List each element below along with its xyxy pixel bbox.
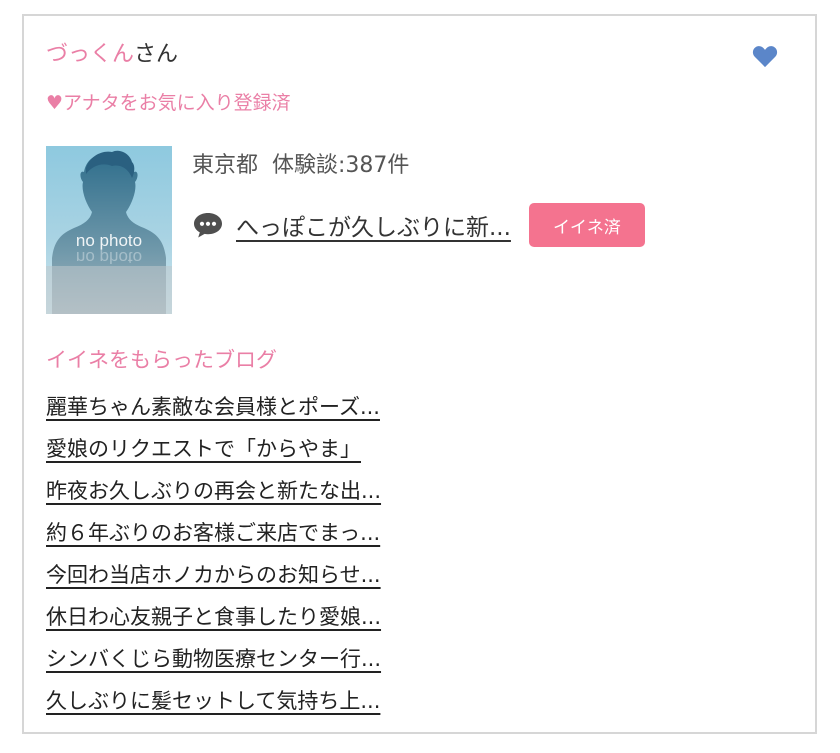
list-item: シンバくじら動物医療センター行...	[46, 642, 381, 684]
no-photo-label: no photo	[76, 231, 142, 250]
liked-blog-list: 麗華ちゃん素敵な会員様とポーズ... 愛娘のリクエストで「からやま」 昨夜お久し…	[46, 390, 381, 726]
blog-link[interactable]: 休日わ心友親子と食事したり愛娘...	[46, 605, 381, 629]
blog-link[interactable]: シンバくじら動物医療センター行...	[46, 647, 381, 671]
list-item: 愛娘のリクエストで「からやま」	[46, 432, 381, 474]
liked-blogs-heading: イイネをもらったブログ	[46, 348, 277, 372]
username-link[interactable]: づっくん	[46, 42, 134, 67]
latest-review-link[interactable]: へっぽこが久しぶりに新...	[236, 208, 511, 242]
user-meta-row: 東京都 体験談:387件	[192, 150, 409, 182]
list-item: 麗華ちゃん素敵な会員様とポーズ...	[46, 390, 381, 432]
list-item: 今回わ当店ホノカからのお知らせ...	[46, 558, 381, 600]
blog-link[interactable]: 久しぶりに髪セットして気持ち上...	[46, 689, 380, 713]
list-item: 休日わ心友親子と食事したり愛娘...	[46, 600, 381, 642]
username-row: づっくんさん	[46, 40, 178, 70]
no-photo-reflection: no photo	[76, 248, 142, 267]
honorific: さん	[134, 42, 179, 67]
favorite-heart-button[interactable]	[751, 42, 779, 70]
favorite-status-text: ♥アナタをお気に入り登録済	[46, 92, 291, 114]
heart-icon	[752, 46, 778, 68]
blog-link[interactable]: 麗華ちゃん素敵な会員様とポーズ...	[46, 395, 380, 419]
blog-link[interactable]: 今回わ当店ホノカからのお知らせ...	[46, 563, 381, 587]
user-card: づっくんさん ♥アナタをお気に入り登録済 no photo no photo 東…	[22, 14, 817, 734]
list-item: 昨夜お久しぶりの再会と新たな出...	[46, 474, 381, 516]
list-item: 約６年ぶりのお客様ご来店でまっ...	[46, 516, 381, 558]
blog-link[interactable]: 昨夜お久しぶりの再会と新たな出...	[46, 479, 381, 503]
list-item: 久しぶりに髪セットして気持ち上...	[46, 684, 381, 726]
location-text: 東京都	[192, 153, 259, 178]
review-count-text: 体験談:387件	[272, 153, 410, 178]
profile-photo[interactable]: no photo no photo	[46, 146, 172, 314]
speech-bubble-icon	[194, 213, 222, 238]
blog-link[interactable]: 約６年ぶりのお客様ご来店でまっ...	[46, 521, 380, 545]
liked-badge[interactable]: イイネ済	[528, 203, 645, 247]
blog-link[interactable]: 愛娘のリクエストで「からやま」	[46, 437, 361, 461]
no-photo-placeholder-image: no photo no photo	[46, 146, 172, 314]
latest-review-row: へっぽこが久しぶりに新... イイネ済	[192, 202, 645, 248]
